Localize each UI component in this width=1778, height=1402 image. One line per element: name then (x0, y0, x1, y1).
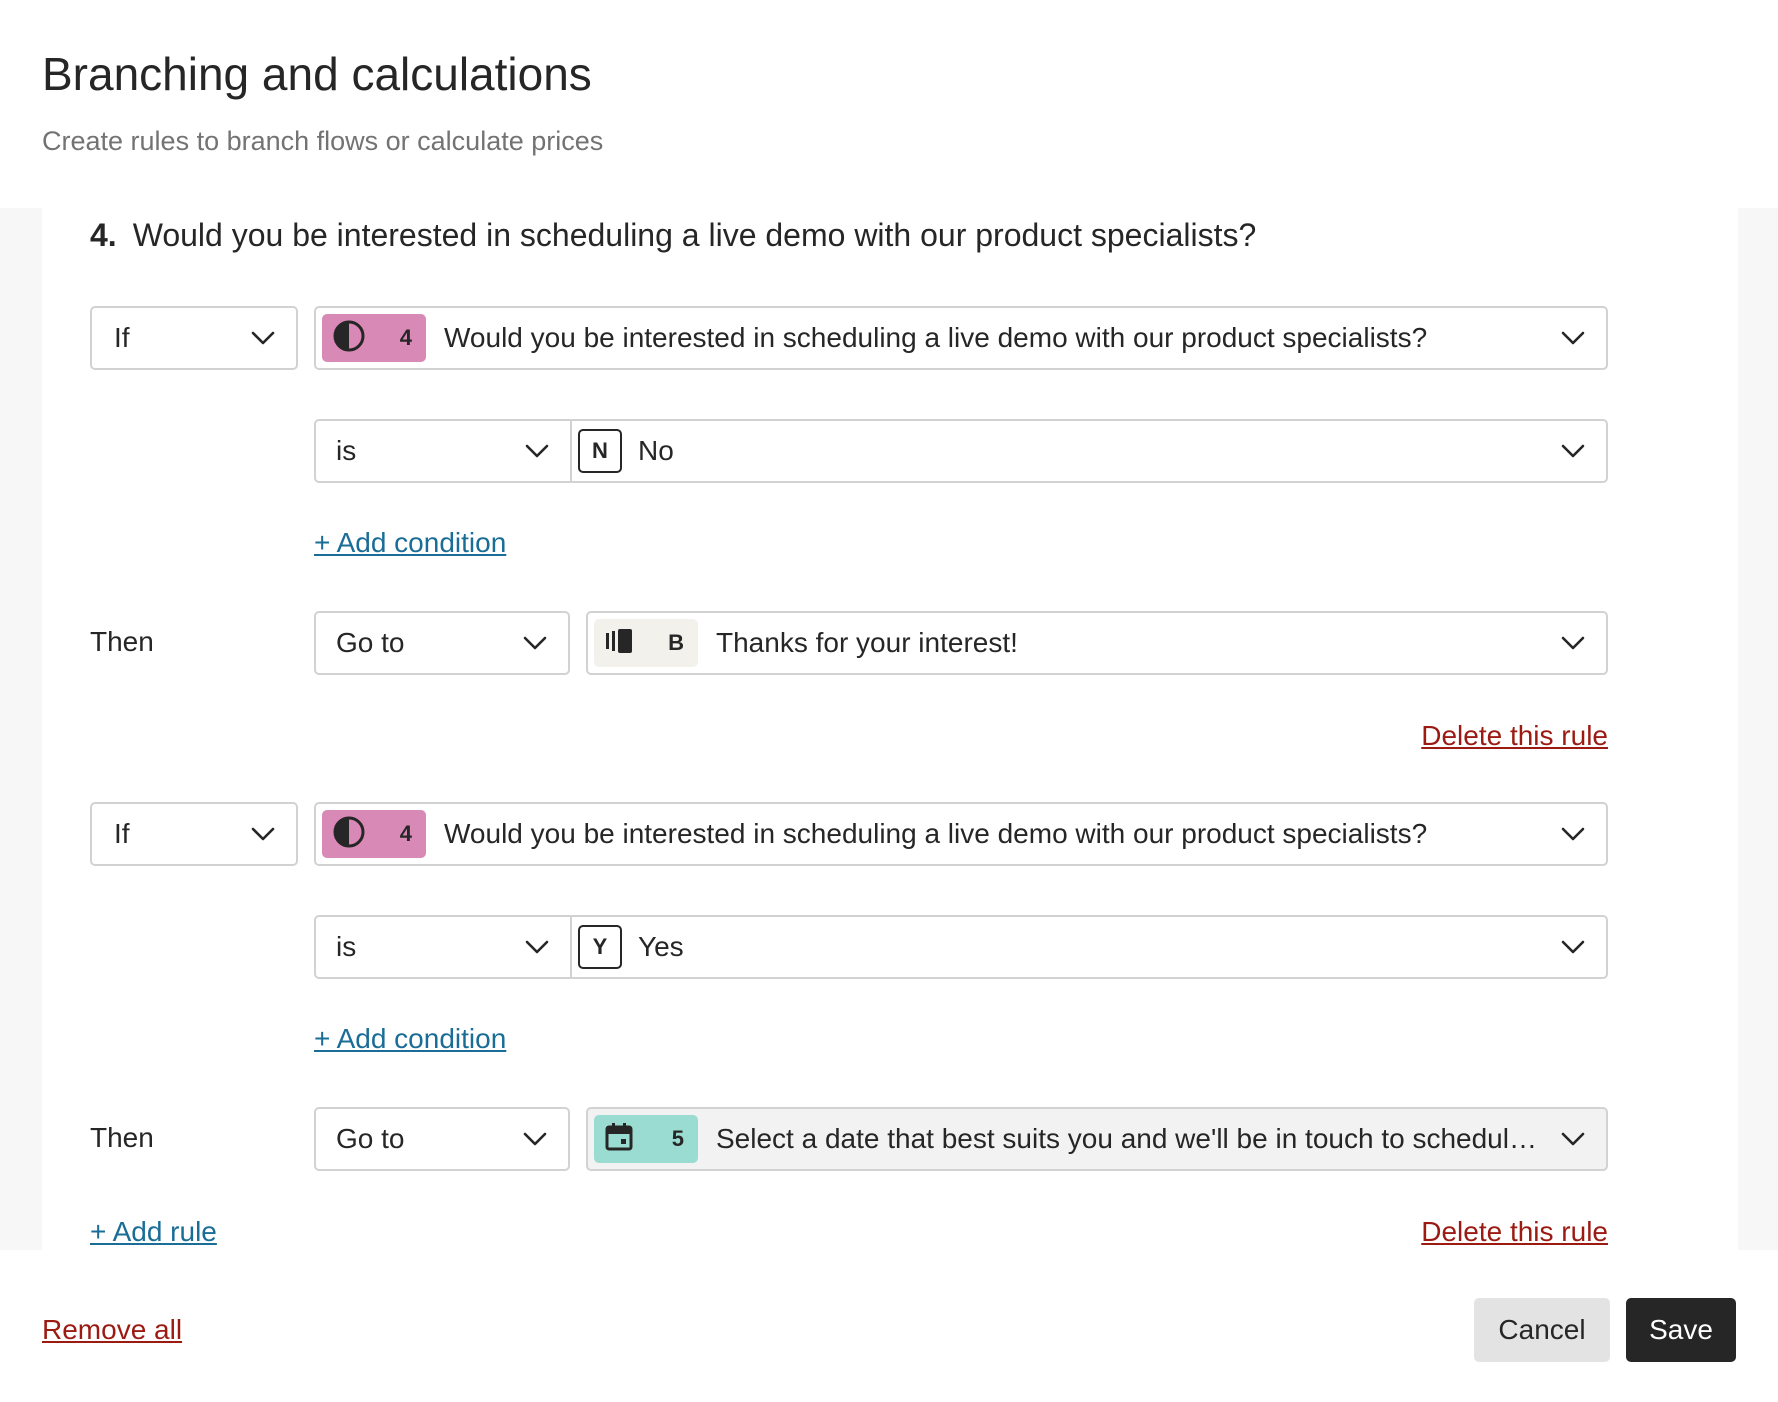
operator-label: is (336, 435, 357, 466)
half-circle-icon (332, 319, 366, 358)
target-type-chip: 5 (594, 1115, 698, 1163)
if-select-label: If (114, 322, 130, 353)
question-rules-panel: 4. Would you be interested in scheduling … (42, 208, 1738, 1250)
operator-label: is (336, 931, 357, 962)
question-type-chip: 4 (322, 314, 426, 362)
value-label: No (638, 435, 674, 466)
add-condition-link[interactable]: + Add condition (314, 1021, 506, 1057)
question-number-badge: 4 (399, 821, 412, 846)
chevron-down-icon (1560, 632, 1586, 654)
chevron-down-icon (522, 1128, 548, 1150)
if-select[interactable]: If (90, 306, 298, 370)
dialog-header: Branching and calculations Create rules … (0, 0, 1778, 208)
choice-key-badge: Y (578, 925, 622, 969)
condition-question-text: Would you be interested in scheduling a … (444, 322, 1428, 353)
rules-scroll-area[interactable]: 4. Would you be interested in scheduling … (0, 208, 1778, 1250)
target-type-chip: B (594, 619, 698, 667)
chevron-down-icon (250, 823, 276, 845)
action-select[interactable]: Go to (314, 1107, 570, 1171)
question-number: 4. (90, 217, 117, 253)
cancel-button[interactable]: Cancel (1474, 1298, 1610, 1362)
choice-key-badge: N (578, 429, 622, 473)
value-label: Yes (638, 931, 684, 962)
target-badge: B (668, 630, 684, 655)
action-label: Go to (336, 627, 405, 658)
operator-select[interactable]: is (314, 419, 572, 483)
chevron-down-icon (1560, 440, 1586, 462)
chevron-down-icon (524, 440, 550, 462)
operator-select[interactable]: is (314, 915, 572, 979)
chevron-down-icon (522, 632, 548, 654)
target-select[interactable]: B Thanks for your interest! (586, 611, 1608, 675)
question-heading: 4. Would you be interested in scheduling … (90, 212, 1256, 258)
chevron-down-icon (524, 936, 550, 958)
question-number-badge: 4 (399, 325, 412, 350)
value-select[interactable]: Y Yes (572, 915, 1608, 979)
if-select-label: If (114, 818, 130, 849)
action-label: Go to (336, 1123, 405, 1154)
page-subtitle: Create rules to branch flows or calculat… (42, 126, 604, 156)
target-badge: 5 (671, 1126, 684, 1151)
then-label: Then (90, 1122, 154, 1153)
question-type-chip: 4 (322, 810, 426, 858)
action-select[interactable]: Go to (314, 611, 570, 675)
statement-block-icon (604, 627, 634, 660)
then-label: Then (90, 626, 154, 657)
chevron-down-icon (1560, 327, 1586, 349)
chevron-down-icon (1560, 1128, 1586, 1150)
question-text: Would you be interested in scheduling a … (132, 217, 1257, 253)
target-text: Select a date that best suits you and we… (716, 1123, 1546, 1154)
delete-rule-link[interactable]: Delete this rule (1421, 1214, 1608, 1250)
delete-rule-link[interactable]: Delete this rule (1421, 718, 1608, 754)
half-circle-icon (332, 815, 366, 854)
if-select[interactable]: If (90, 802, 298, 866)
chevron-down-icon (250, 327, 276, 349)
add-condition-link[interactable]: + Add condition (314, 525, 506, 561)
condition-question-text: Would you be interested in scheduling a … (444, 818, 1428, 849)
dialog-footer: Remove all Cancel Save (0, 1250, 1778, 1402)
page-title: Branching and calculations (42, 48, 592, 100)
add-rule-link[interactable]: + Add rule (90, 1214, 217, 1250)
chevron-down-icon (1560, 823, 1586, 845)
condition-question-select[interactable]: 4 Would you be interested in scheduling … (314, 306, 1608, 370)
remove-all-link[interactable]: Remove all (42, 1312, 182, 1348)
value-select[interactable]: N No (572, 419, 1608, 483)
save-button[interactable]: Save (1626, 1298, 1736, 1362)
target-text: Thanks for your interest! (716, 627, 1018, 658)
condition-question-select[interactable]: 4 Would you be interested in scheduling … (314, 802, 1608, 866)
calendar-icon (604, 1122, 634, 1157)
chevron-down-icon (1560, 936, 1586, 958)
target-select[interactable]: 5 Select a date that best suits you and … (586, 1107, 1608, 1171)
